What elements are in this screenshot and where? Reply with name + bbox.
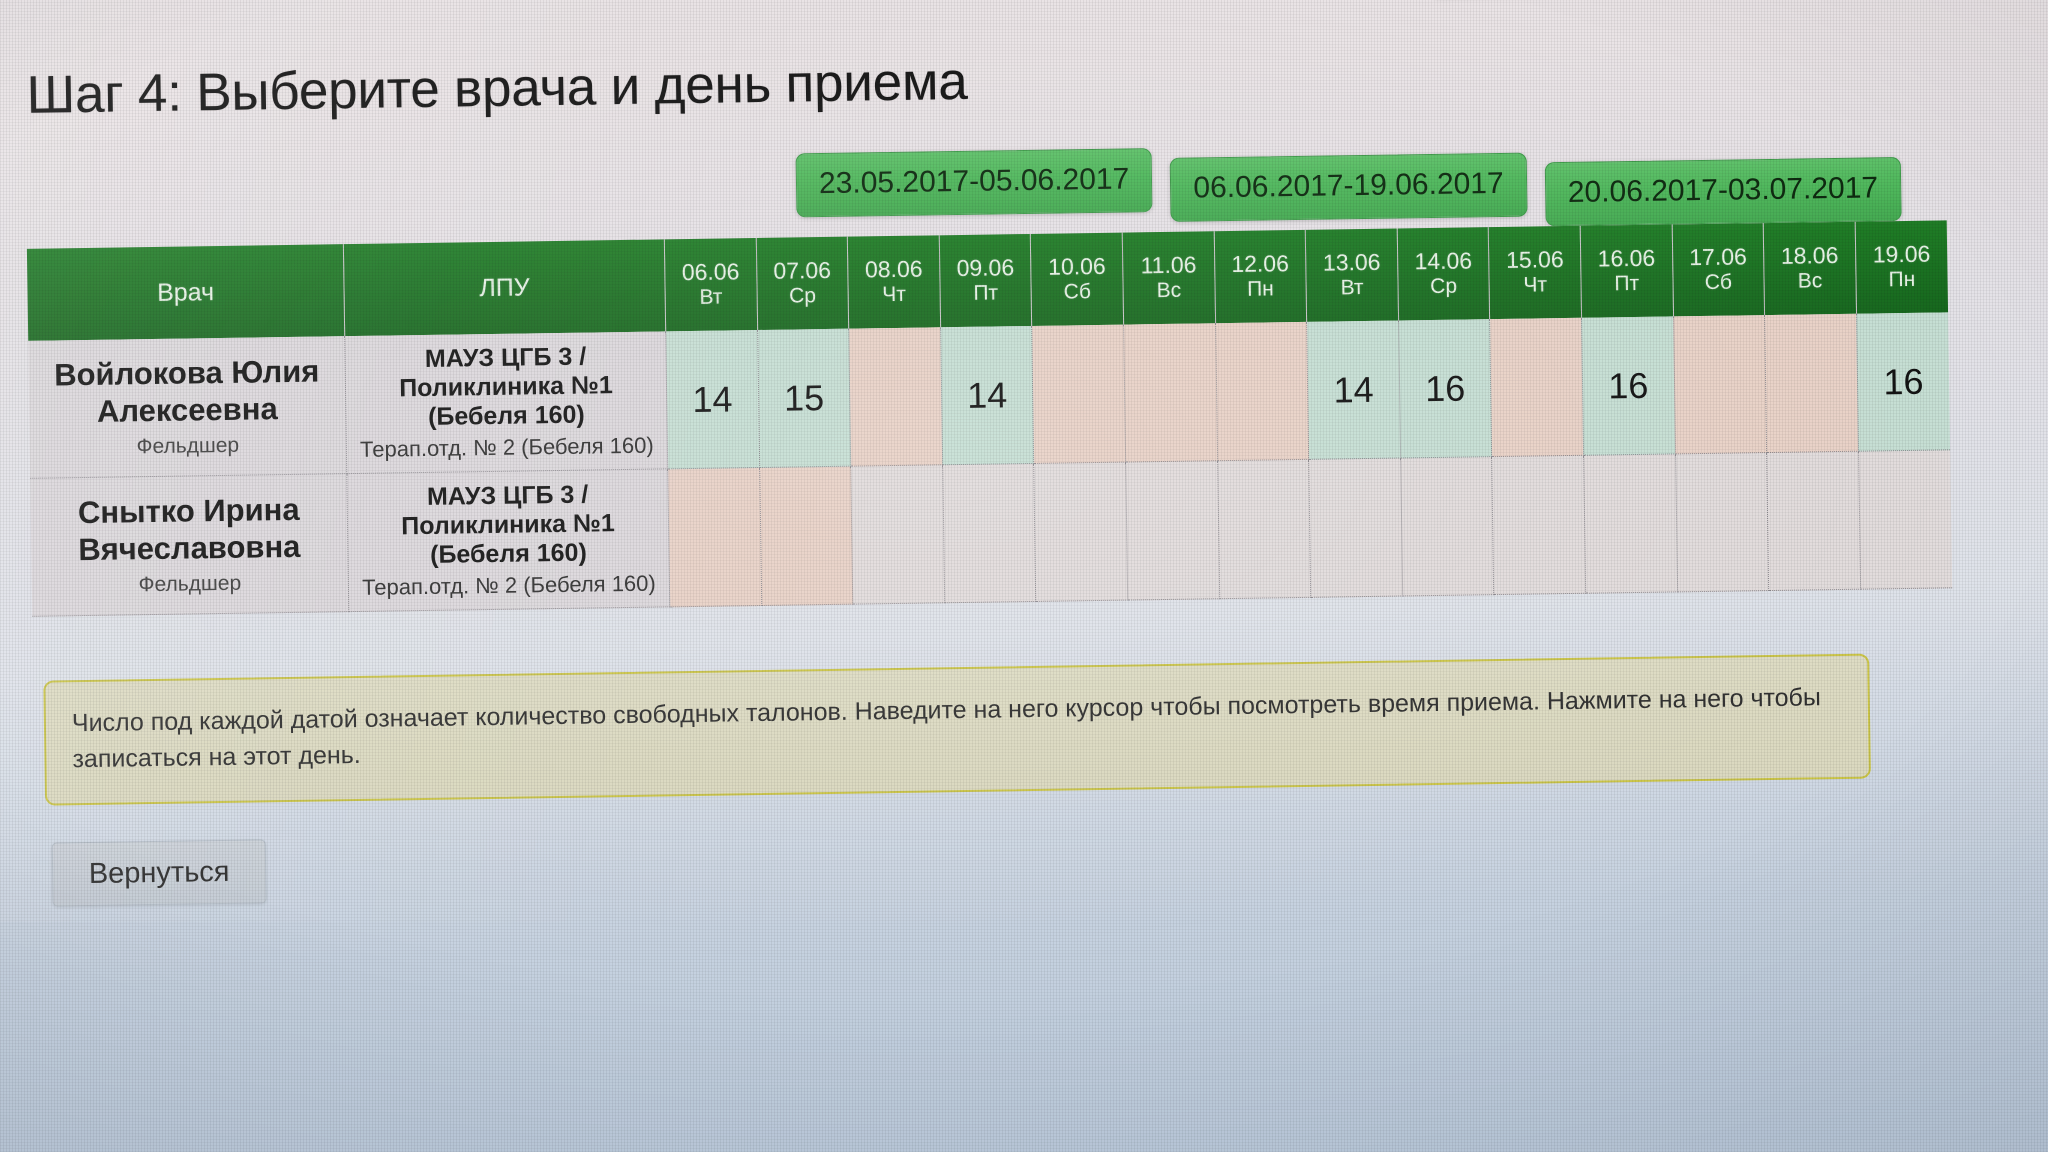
column-header-date-07-06: 07.06 Ср [755, 236, 849, 331]
slot-cell [1400, 456, 1495, 596]
clinic-cell: МАУЗ ЦГБ 3 / Поликлиника №1 (Бебеля 160)… [346, 468, 670, 612]
period-tabs: 23.05.2017-05.06.2017 06.06.2017-19.06.2… [795, 137, 1902, 237]
column-header-date-09-06: 09.06 Пт [939, 233, 1033, 328]
weekday-label: Пн [1246, 277, 1274, 301]
date-label: 09.06 [956, 254, 1015, 282]
date-label: 12.06 [1231, 250, 1290, 278]
slot-cell [1583, 453, 1678, 594]
slot-cell [1764, 313, 1859, 453]
weekday-label: Пн [1888, 267, 1916, 292]
slot-cell [848, 327, 943, 467]
doctor-role: Фельдшер [136, 433, 240, 458]
column-header-date-14-06: 14.06 Ср [1396, 227, 1490, 321]
slot-cell[interactable]: 16 [1581, 316, 1676, 456]
column-header-date-12-06: 12.06 Пн [1213, 229, 1307, 324]
weekday-label: Сб [1063, 280, 1092, 304]
doctor-role: Фельдшер [138, 571, 242, 596]
period-tab-1[interactable]: 23.05.2017-05.06.2017 [795, 148, 1153, 218]
slot-cell[interactable]: 14 [940, 325, 1035, 465]
slot-cell [1675, 452, 1769, 592]
date-label: 14.06 [1414, 247, 1473, 275]
schedule-table-container: Врач ЛПУ 06.06 Вт 07.06 Ср 08.06 Чт 09.06 Пт 10.… [26, 220, 1953, 617]
doctor-cell: Снытко Ирина Вячеславовна Фельдшер [30, 473, 349, 617]
period-tab-2[interactable]: 06.06.2017-19.06.2017 [1169, 152, 1528, 222]
back-button[interactable]: Вернуться [51, 839, 267, 907]
slot-cell[interactable]: 14 [665, 330, 760, 469]
weekday-label: Сб [1704, 270, 1733, 295]
slot-cell[interactable]: 16 [1856, 312, 1951, 452]
date-label: 13.06 [1322, 249, 1381, 276]
schedule-table-body: Войлокова Юлия Алексеевна Фельдшер МАУЗ ЦГ… [28, 312, 1953, 617]
slot-cell[interactable]: 14 [1306, 320, 1401, 460]
slot-cell [1766, 451, 1861, 591]
column-header-date-19-06: 19.06 Пн [1854, 220, 1949, 314]
slot-cell [1032, 324, 1126, 464]
slot-cell [1215, 321, 1309, 461]
date-label: 18.06 [1780, 242, 1839, 270]
date-label: 07.06 [773, 257, 832, 285]
weekday-label: Вс [1156, 278, 1182, 303]
weekday-label: Пт [973, 281, 999, 305]
schedule-table: Врач ЛПУ 06.06 Вт 07.06 Ср 08.06 Чт 09.06 Пт 10.… [26, 220, 1953, 617]
clinic-name: МАУЗ ЦГБ 3 / Поликлиника №1 (Бебеля 160) [399, 342, 613, 431]
doctor-name: Войлокова Юлия Алексеевна [53, 353, 320, 429]
slot-cell[interactable]: 15 [757, 328, 851, 468]
monitor-screen-surface: Д... Задать вопрос в поликлинику Шаг 4: … [0, 0, 2048, 1152]
date-label: 19.06 [1872, 240, 1931, 268]
info-note: Число под каждой датой означает количест… [43, 653, 1871, 806]
column-header-date-16-06: 16.06 Пт [1580, 224, 1674, 318]
doctor-cell: Войлокова Юлия Алексеевна Фельдшер [28, 336, 347, 479]
weekday-label: Пт [1614, 272, 1640, 296]
column-header-doctor: Врач [26, 244, 345, 341]
screenshot-root: Д... Задать вопрос в поликлинику Шаг 4: … [0, 0, 2048, 1152]
column-header-date-11-06: 11.06 Вс [1122, 231, 1216, 325]
clinic-department: Терап.отд. № 2 (Бебеля 160) [359, 432, 654, 462]
page-title: Шаг 4: Выберите врача и день приема [26, 51, 968, 125]
weekday-label: Чт [882, 282, 907, 307]
period-tab-3[interactable]: 20.06.2017-03.07.2017 [1544, 157, 1902, 227]
slot-cell [1308, 457, 1403, 598]
slot-cell [1489, 317, 1584, 457]
slot-cell [667, 467, 762, 607]
clinic-department: Терап.отд. № 2 (Бебеля 160) [361, 570, 656, 600]
date-label: 10.06 [1047, 253, 1106, 281]
table-row: Снытко Ирина Вячеславовна Фельдшер МАУЗ ЦГ… [30, 449, 1953, 617]
slot-cell [1217, 459, 1311, 599]
column-header-date-18-06: 18.06 Вс [1763, 221, 1857, 316]
weekday-label: Ср [788, 284, 817, 308]
date-label: 17.06 [1689, 243, 1747, 271]
clinic-cell: МАУЗ ЦГБ 3 / Поликлиника №1 (Бебеля 160)… [344, 331, 668, 474]
weekday-label: Вт [1340, 276, 1364, 300]
column-header-date-15-06: 15.06 Чт [1488, 225, 1582, 320]
date-label: 06.06 [681, 258, 740, 286]
date-label: 08.06 [864, 255, 923, 283]
slot-cell[interactable]: 16 [1398, 319, 1492, 458]
date-label: 16.06 [1597, 245, 1656, 272]
web-page: Д... Задать вопрос в поликлинику Шаг 4: … [0, 0, 2048, 1152]
slot-cell [1858, 449, 1953, 590]
slot-cell [1125, 460, 1220, 601]
slot-cell [942, 463, 1037, 603]
doctor-name: Снытко Ирина Вячеславовна [77, 492, 301, 568]
slot-cell [1123, 323, 1218, 463]
weekday-label: Ср [1430, 274, 1458, 299]
column-header-date-10-06: 10.06 Сб [1030, 232, 1124, 326]
slot-cell [759, 466, 853, 606]
date-label: 15.06 [1505, 246, 1564, 274]
weekday-label: Чт [1523, 273, 1548, 297]
column-header-date-17-06: 17.06 Сб [1671, 223, 1765, 317]
clinic-name: МАУЗ ЦГБ 3 / Поликлиника №1 (Бебеля 160) [401, 480, 615, 569]
slot-cell [1673, 315, 1767, 454]
column-header-date-06-06: 06.06 Вт [664, 238, 758, 332]
column-header-date-08-06: 08.06 Чт [847, 235, 941, 329]
date-label: 11.06 [1140, 251, 1197, 279]
weekday-label: Вс [1797, 269, 1823, 293]
column-header-date-13-06: 13.06 Вт [1305, 228, 1399, 322]
slot-cell [1491, 455, 1586, 595]
weekday-label: Вт [699, 285, 723, 309]
slot-cell [850, 464, 945, 605]
slot-cell [1034, 462, 1128, 602]
column-header-clinic: ЛПУ [343, 239, 666, 337]
